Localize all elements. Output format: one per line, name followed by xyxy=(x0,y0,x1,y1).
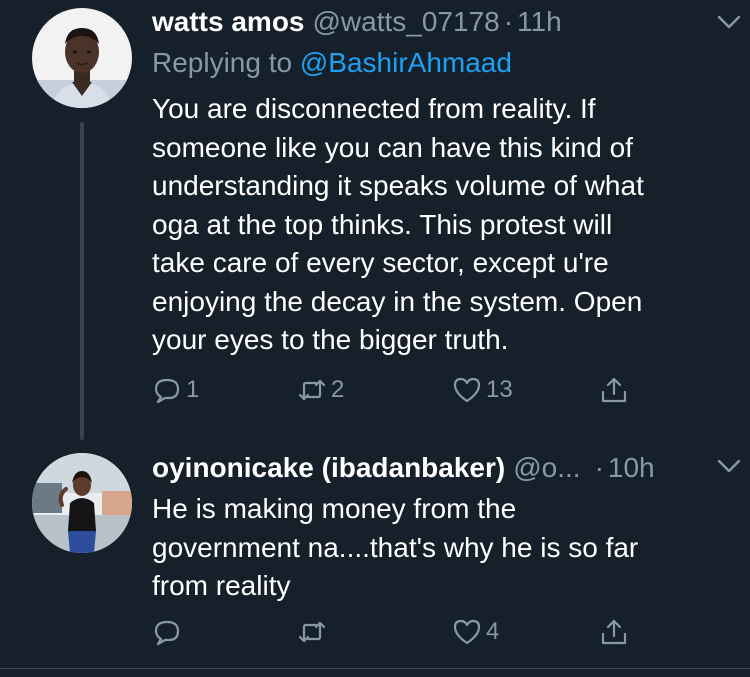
separator-dot: · xyxy=(503,6,514,37)
timestamp[interactable]: 10h xyxy=(608,450,655,486)
reply-icon xyxy=(154,620,180,646)
replying-to-label: Replying to xyxy=(152,47,300,78)
share-icon xyxy=(601,619,627,645)
avatar-image xyxy=(32,8,132,108)
separator-dot: · xyxy=(594,452,604,483)
tweet-watts-amos[interactable]: watts amos @watts_07178 · 11h Replying t… xyxy=(0,0,750,440)
user-handle[interactable]: @watts_07178 xyxy=(313,4,500,40)
mention-link[interactable]: @BashirAhmaad xyxy=(300,47,512,78)
share-button[interactable] xyxy=(599,370,629,410)
retweet-icon xyxy=(298,379,326,401)
replying-to-line: Replying to @BashirAhmaad xyxy=(152,44,730,82)
share-button[interactable] xyxy=(599,612,629,652)
avatar-image xyxy=(32,453,132,553)
reply-count: 1 xyxy=(186,376,200,403)
reply-button[interactable]: 1 xyxy=(152,370,199,410)
like-button[interactable]: 4 xyxy=(452,612,499,652)
tweet-content: watts amos @watts_07178 · 11h Replying t… xyxy=(152,4,730,360)
heart-icon xyxy=(453,619,481,645)
chevron-down-icon[interactable] xyxy=(716,12,742,32)
avatar[interactable] xyxy=(32,453,132,553)
retweet-button[interactable] xyxy=(297,612,327,652)
retweet-count: 2 xyxy=(331,376,345,403)
retweet-button[interactable]: 2 xyxy=(297,370,344,410)
like-count: 13 xyxy=(486,376,513,403)
reply-thread: watts amos @watts_07178 · 11h Replying t… xyxy=(0,0,750,677)
divider xyxy=(0,668,750,669)
tweet-text: He is making money from the government n… xyxy=(152,493,639,601)
reply-icon xyxy=(154,378,180,404)
tweet-oyinonicake[interactable]: oyinonicake (ibadanbaker) @o... · 10h He… xyxy=(0,440,750,668)
tweet-actions: 1 2 13 xyxy=(152,370,652,410)
tweet-text: You are disconnected from reality. If so… xyxy=(152,93,644,355)
tweet-actions: 4 xyxy=(152,612,652,652)
like-count: 4 xyxy=(486,618,500,645)
display-name[interactable]: oyinonicake (ibadanbaker) xyxy=(152,450,505,486)
thread-connector-line xyxy=(80,122,84,440)
retweet-icon xyxy=(298,621,326,643)
avatar[interactable] xyxy=(32,8,132,108)
share-icon xyxy=(601,377,627,403)
display-name[interactable]: watts amos xyxy=(152,4,305,40)
heart-icon xyxy=(453,377,481,403)
chevron-down-icon[interactable] xyxy=(716,456,742,476)
reply-button[interactable] xyxy=(152,612,182,652)
tweet-content: oyinonicake (ibadanbaker) @o... · 10h He… xyxy=(152,450,730,606)
tweet-header: watts amos @watts_07178 · 11h xyxy=(152,4,730,40)
timestamp[interactable]: 11h xyxy=(517,4,562,40)
tweet-header: oyinonicake (ibadanbaker) @o... · 10h xyxy=(152,450,730,486)
like-button[interactable]: 13 xyxy=(452,370,513,410)
user-handle[interactable]: @o... xyxy=(513,450,580,486)
